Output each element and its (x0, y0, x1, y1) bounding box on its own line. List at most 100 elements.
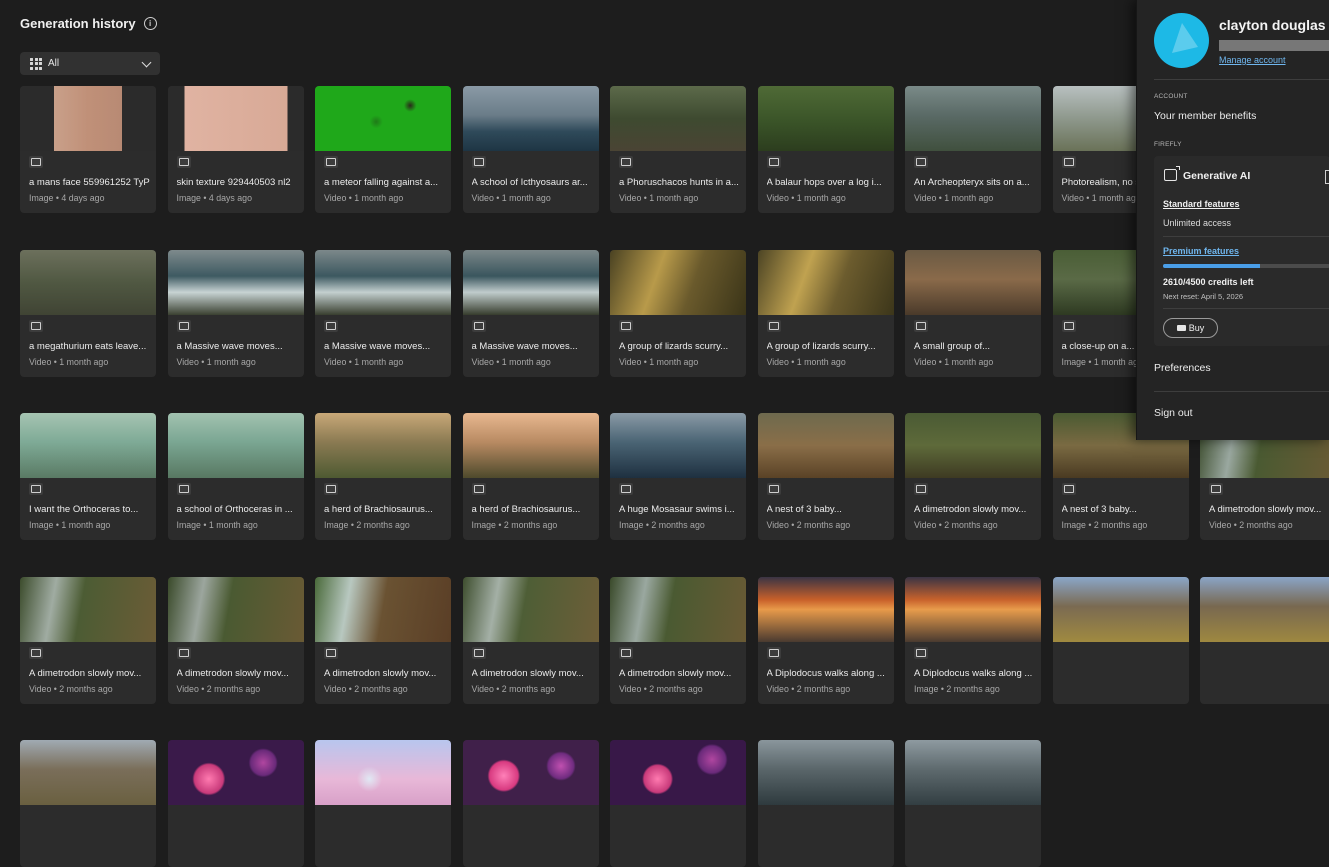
manage-account-link[interactable]: Manage account (1219, 55, 1286, 65)
preferences-link[interactable]: Preferences (1154, 362, 1211, 374)
card-meta: Video • 2 months ago (324, 683, 408, 694)
credits-progress-fill (1163, 264, 1260, 268)
thumbnail (1052, 576, 1189, 642)
history-card[interactable] (315, 740, 451, 867)
history-card[interactable]: A group of lizards scurry... Video • 1 mo… (610, 249, 746, 377)
card-title: A small group of... (914, 340, 991, 352)
divider (1163, 308, 1329, 309)
card-meta: Video • 2 months ago (471, 683, 556, 694)
history-card[interactable]: A balaur hops over a log i... Video • 1 m… (757, 86, 894, 213)
card-title: A balaur hops over a log i... (766, 177, 882, 188)
card-title: a Massive wave moves... (176, 340, 283, 352)
thumbnail (315, 249, 451, 315)
history-card[interactable]: A dimetrodon slowly mov... Video • 2 mont… (315, 576, 451, 704)
history-card[interactable]: An Archeopteryx sits on a... Video • 1 mo… (905, 86, 1041, 213)
generative-ai-card: Generative AI Standard features Unlimite… (1154, 156, 1329, 346)
premium-features-link[interactable]: Premium features (1163, 246, 1239, 256)
thumbnail (462, 249, 599, 315)
thumbnail (315, 413, 451, 478)
history-card[interactable]: A Diplodocus walks along ... Image • 2 mo… (905, 576, 1041, 704)
history-card[interactable]: a herd of Brachiosaurus... Image • 2 mont… (462, 413, 599, 540)
media-type-icon (766, 646, 781, 659)
history-card[interactable] (1052, 576, 1189, 704)
expand-icon[interactable] (1325, 170, 1329, 184)
card-meta: Video • 1 month ago (29, 356, 109, 367)
history-card[interactable]: a Massive wave moves... Video • 1 month a… (462, 249, 599, 377)
avatar[interactable] (1154, 13, 1209, 68)
history-card[interactable]: A Diplodocus walks along ... Video • 2 mo… (757, 576, 894, 704)
history-card[interactable] (757, 740, 894, 867)
card-meta: Video • 1 month ago (619, 356, 699, 367)
history-card[interactable] (905, 740, 1041, 867)
thumbnail (905, 413, 1041, 478)
history-card[interactable]: A huge Mosasaur swims i... Image • 2 mont… (610, 413, 746, 540)
media-type-icon (471, 319, 486, 332)
card-meta: Image • 1 month ago (176, 520, 258, 530)
history-card[interactable]: A dimetrodon slowly mov... Video • 2 mont… (610, 576, 746, 704)
history-card[interactable]: A small group of... Video • 1 month ago (905, 249, 1041, 377)
history-card[interactable]: A school of Icthyosaurs ar... Video • 1 m… (462, 86, 599, 213)
media-type-icon (766, 156, 781, 168)
firefly-section-label: FIREFLY (1154, 141, 1182, 148)
history-card[interactable]: A dimetrodon slowly mov... Video • 2 mont… (905, 413, 1041, 540)
media-type-icon (29, 156, 43, 168)
media-type-icon (471, 646, 486, 659)
history-card[interactable] (462, 740, 599, 867)
thumbnail (20, 576, 156, 642)
card-title: skin texture 929440503 nl2 (176, 177, 291, 188)
history-card[interactable]: A nest of 3 baby... Video • 2 months ago (757, 413, 894, 540)
media-type-icon (176, 319, 191, 332)
card-title: a Massive wave moves... (324, 340, 431, 352)
thumbnail (462, 413, 599, 478)
card-title: A nest of 3 baby... (766, 504, 842, 515)
card-title: A Diplodocus walks along ... (914, 667, 1033, 679)
thumbnail (610, 249, 746, 315)
history-card[interactable]: a mans face 559961252 TyP Image • 4 days … (20, 86, 156, 213)
sign-out-link[interactable]: Sign out (1154, 407, 1193, 419)
filter-dropdown[interactable]: All (20, 52, 160, 75)
account-section-label: ACCOUNT (1154, 93, 1188, 100)
avatar-icon (1172, 23, 1198, 53)
card-meta: Video • 2 months ago (914, 520, 998, 530)
card-meta: Video • 1 month ago (914, 356, 994, 367)
history-card[interactable]: a Phoruschacos hunts in a... Video • 1 mo… (610, 86, 746, 213)
history-card[interactable]: A dimetrodon slowly mov... Video • 2 mont… (167, 576, 304, 704)
media-type-icon (324, 156, 338, 168)
history-card[interactable]: a megathurium eats leave... Video • 1 mon… (20, 249, 156, 377)
history-card[interactable]: a Massive wave moves... Video • 1 month a… (315, 249, 451, 377)
divider (1163, 236, 1329, 237)
card-meta: Video • 2 months ago (766, 683, 851, 694)
buy-button[interactable]: Buy (1163, 318, 1218, 338)
media-type-icon (29, 646, 43, 659)
thumbnail (757, 576, 894, 642)
history-card[interactable]: a herd of Brachiosaurus... Image • 2 mont… (315, 413, 451, 540)
card-meta: Video • 1 month ago (1061, 193, 1141, 203)
thumbnail (610, 740, 746, 805)
history-card[interactable]: I want the Orthoceras to... Image • 1 mon… (20, 413, 156, 540)
member-benefits-link[interactable]: Your member benefits (1154, 110, 1256, 122)
info-icon[interactable]: i (143, 16, 157, 30)
history-card[interactable]: A group of lizards scurry... Video • 1 mo… (757, 249, 894, 377)
history-card[interactable]: a school of Orthoceras in ... Image • 1 m… (167, 413, 304, 540)
card-title: a megathurium eats leave... (29, 340, 147, 352)
card-title: An Archeopteryx sits on a... (914, 177, 1030, 188)
card-meta: Video • 1 month ago (766, 193, 846, 203)
card-title: A dimetrodon slowly mov... (619, 667, 732, 679)
history-card[interactable]: A dimetrodon slowly mov... Video • 2 mont… (20, 576, 156, 704)
history-card[interactable] (167, 740, 304, 867)
standard-features-link[interactable]: Standard features (1163, 199, 1240, 209)
thumbnail (167, 86, 304, 151)
history-card[interactable] (610, 740, 746, 867)
page-title: Generation history (20, 15, 136, 31)
history-card[interactable]: a Massive wave moves... Video • 1 month a… (167, 249, 304, 377)
history-card[interactable] (1200, 576, 1329, 704)
thumbnail (757, 740, 894, 805)
history-card[interactable]: skin texture 929440503 nl2 Image • 4 days… (167, 86, 304, 213)
history-card[interactable]: a meteor falling against a... Video • 1 m… (315, 86, 451, 213)
next-reset: Next reset: April 5, 2026 (1163, 292, 1244, 301)
card-title: a Massive wave moves... (471, 340, 578, 352)
card-title: a herd of Brachiosaurus... (471, 504, 581, 515)
history-card[interactable]: A dimetrodon slowly mov... Video • 2 mont… (462, 576, 599, 704)
thumbnail (757, 86, 894, 151)
history-card[interactable] (20, 740, 156, 867)
